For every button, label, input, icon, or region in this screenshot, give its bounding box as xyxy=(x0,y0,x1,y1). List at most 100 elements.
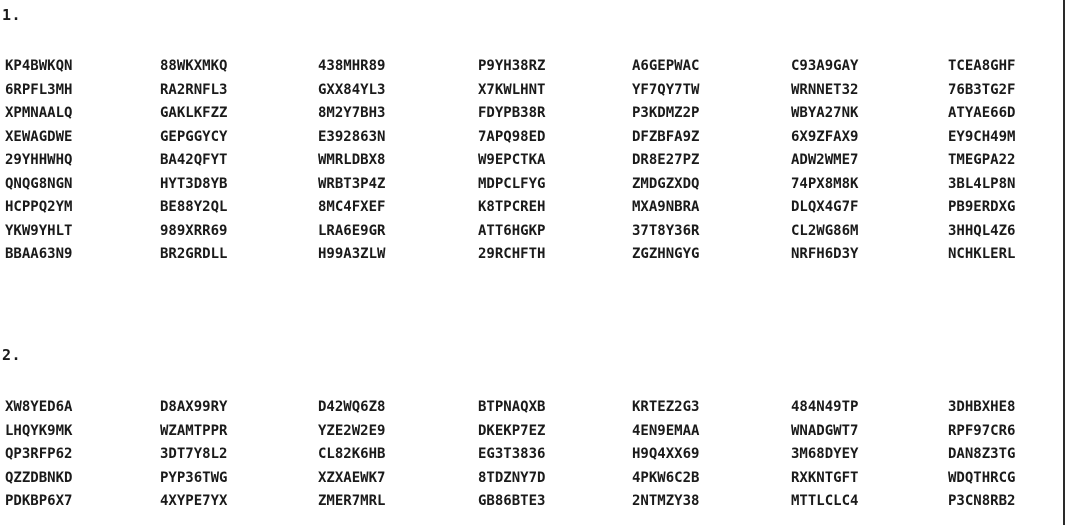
code-cell: RPF97CR6 xyxy=(948,422,1016,439)
code-cell: GEPGGYCY xyxy=(160,128,228,145)
code-cell: MDPCLFYG xyxy=(478,175,546,192)
code-cell: CL82K6HB xyxy=(318,446,386,462)
code-cell: DLQX4G7F xyxy=(791,199,859,215)
code-cell: ADW2WME7 xyxy=(791,152,859,168)
code-cell: QZZDBNKD xyxy=(5,469,73,486)
code-cell: YKW9YHLT xyxy=(5,222,73,239)
code-cell: P9YH38RZ xyxy=(478,58,546,74)
code-grid: KP4BWKQN 88WKXMKQ 438MHR89 P9YH38RZ A6GEPWAC… xyxy=(0,57,1064,269)
code-cell: DKEKP7EZ xyxy=(478,422,546,439)
code-cell: 438MHR89 xyxy=(318,58,386,74)
code-cell: CL2WG86M xyxy=(791,222,859,239)
code-cell: 6RPFL3MH xyxy=(5,81,73,98)
code-cell: RA2RNFL3 xyxy=(160,81,228,98)
code-row: YKW9YHLT 989XRR69 LRA6E9GR ATT6HGKP 37T8Y36R… xyxy=(0,222,1064,246)
code-grid: XW8YED6A D8AX99RY D42WQ6Z8 BTPNAQXB KRTEZ2G3… xyxy=(0,398,1064,516)
code-cell: LRA6E9GR xyxy=(318,222,386,239)
code-cell: 6X9ZFAX9 xyxy=(791,128,859,145)
section-number: 1. xyxy=(2,6,22,24)
code-cell: D8AX99RY xyxy=(160,399,228,415)
code-cell: 37T8Y36R xyxy=(632,222,700,239)
code-cell: PB9ERDXG xyxy=(948,199,1016,215)
code-cell: QP3RFP62 xyxy=(5,446,73,462)
code-cell: GAKLKFZZ xyxy=(160,105,228,121)
code-cell: C93A9GAY xyxy=(791,58,859,74)
code-cell: PYP36TWG xyxy=(160,469,228,486)
code-cell: D42WQ6Z8 xyxy=(318,399,386,415)
code-cell: BA42QFYT xyxy=(160,152,228,168)
code-cell: 3DHBXHE8 xyxy=(948,399,1016,415)
code-cell: 3M68DYEY xyxy=(791,446,859,462)
code-cell: 989XRR69 xyxy=(160,222,228,239)
code-cell: MTTLCLC4 xyxy=(791,493,859,509)
code-cell: E392863N xyxy=(318,128,386,145)
code-cell: 484N49TP xyxy=(791,399,859,415)
code-cell: NRFH6D3Y xyxy=(791,246,859,262)
code-cell: WMRLDBX8 xyxy=(318,152,386,168)
code-cell: HYT3D8YB xyxy=(160,175,228,192)
code-row: XEWAGDWE GEPGGYCY E392863N 7APQ98ED DFZBFA9Z… xyxy=(0,128,1064,152)
code-cell: KRTEZ2G3 xyxy=(632,399,700,415)
code-cell: BR2GRDLL xyxy=(160,246,228,262)
code-cell: 76B3TG2F xyxy=(948,81,1016,98)
code-cell: WNADGWT7 xyxy=(791,422,859,439)
code-cell: BTPNAQXB xyxy=(478,399,546,415)
code-cell: ZMDGZXDQ xyxy=(632,175,700,192)
code-cell: XW8YED6A xyxy=(5,399,73,415)
code-cell: TMEGPA22 xyxy=(948,152,1016,168)
code-cell: 29YHHWHQ xyxy=(5,152,73,168)
code-cell: K8TPCREH xyxy=(478,199,546,215)
code-cell: ATT6HGKP xyxy=(478,222,546,239)
code-row: LHQYK9MK WZAMTPPR YZE2W2E9 DKEKP7EZ 4EN9EMAA… xyxy=(0,422,1064,446)
code-cell: ZMER7MRL xyxy=(318,493,386,509)
code-cell: 3BL4LP8N xyxy=(948,175,1016,192)
code-cell: DAN8Z3TG xyxy=(948,446,1016,462)
code-cell: A6GEPWAC xyxy=(632,58,700,74)
code-row: HCPPQ2YM BE88Y2QL 8MC4FXEF K8TPCREH MXA9NBRA… xyxy=(0,198,1064,222)
code-cell: WBYA27NK xyxy=(791,105,859,121)
code-cell: 2NTMZY38 xyxy=(632,493,700,509)
code-row: QZZDBNKD PYP36TWG XZXAEWK7 8TDZNY7D 4PKW6C2B… xyxy=(0,469,1064,493)
code-cell: YZE2W2E9 xyxy=(318,422,386,439)
code-row: BBAA63N9 BR2GRDLL H99A3ZLW 29RCHFTH ZGZHNGYG… xyxy=(0,245,1064,269)
code-row: XW8YED6A D8AX99RY D42WQ6Z8 BTPNAQXB KRTEZ2G3… xyxy=(0,398,1064,422)
code-cell: 4PKW6C2B xyxy=(632,469,700,486)
code-cell: 8MC4FXEF xyxy=(318,199,386,215)
code-cell: 4EN9EMAA xyxy=(632,422,700,439)
code-cell: GXX84YL3 xyxy=(318,81,386,98)
code-cell: XZXAEWK7 xyxy=(318,469,386,486)
code-cell: DFZBFA9Z xyxy=(632,128,700,145)
code-cell: QNQG8NGN xyxy=(5,175,73,192)
code-cell: 3HHQL4Z6 xyxy=(948,222,1016,239)
code-row: 6RPFL3MH RA2RNFL3 GXX84YL3 X7KWLHNT YF7QY7TW… xyxy=(0,81,1064,105)
code-cell: WZAMTPPR xyxy=(160,422,228,439)
code-cell: WRBT3P4Z xyxy=(318,175,386,192)
code-cell: FDYPB38R xyxy=(478,105,546,121)
code-cell: RXKNTGFT xyxy=(791,469,859,486)
code-row: KP4BWKQN 88WKXMKQ 438MHR89 P9YH38RZ A6GEPWAC… xyxy=(0,57,1064,81)
code-cell: H99A3ZLW xyxy=(318,246,386,262)
code-cell: P3KDMZ2P xyxy=(632,105,700,121)
code-cell: EG3T3836 xyxy=(478,446,546,462)
code-row: 29YHHWHQ BA42QFYT WMRLDBX8 W9EPCTKA DR8E27PZ… xyxy=(0,151,1064,175)
code-cell: YF7QY7TW xyxy=(632,81,700,98)
code-cell: X7KWLHNT xyxy=(478,81,546,98)
code-cell: MXA9NBRA xyxy=(632,199,700,215)
code-cell: BBAA63N9 xyxy=(5,246,73,262)
code-cell: 4XYPE7YX xyxy=(160,493,228,509)
code-cell: LHQYK9MK xyxy=(5,422,73,439)
code-row: QNQG8NGN HYT3D8YB WRBT3P4Z MDPCLFYG ZMDGZXDQ… xyxy=(0,175,1064,199)
code-cell: 7APQ98ED xyxy=(478,128,546,145)
code-cell: P3CN8RB2 xyxy=(948,493,1016,509)
code-row: QP3RFP62 3DT7Y8L2 CL82K6HB EG3T3836 H9Q4XX69… xyxy=(0,445,1064,469)
code-cell: EY9CH49M xyxy=(948,128,1016,145)
code-cell: ATYAE66D xyxy=(948,105,1016,121)
code-row: XPMNAALQ GAKLKFZZ 8M2Y7BH3 FDYPB38R P3KDMZ2P… xyxy=(0,104,1064,128)
code-cell: H9Q4XX69 xyxy=(632,446,700,462)
code-cell: 8M2Y7BH3 xyxy=(318,105,386,121)
code-cell: XPMNAALQ xyxy=(5,105,73,121)
code-cell: ZGZHNGYG xyxy=(632,246,700,262)
code-row: PDKBP6X7 4XYPE7YX ZMER7MRL GB86BTE3 2NTMZY38… xyxy=(0,492,1064,516)
code-cell: BE88Y2QL xyxy=(160,199,228,215)
code-cell: W9EPCTKA xyxy=(478,152,546,168)
